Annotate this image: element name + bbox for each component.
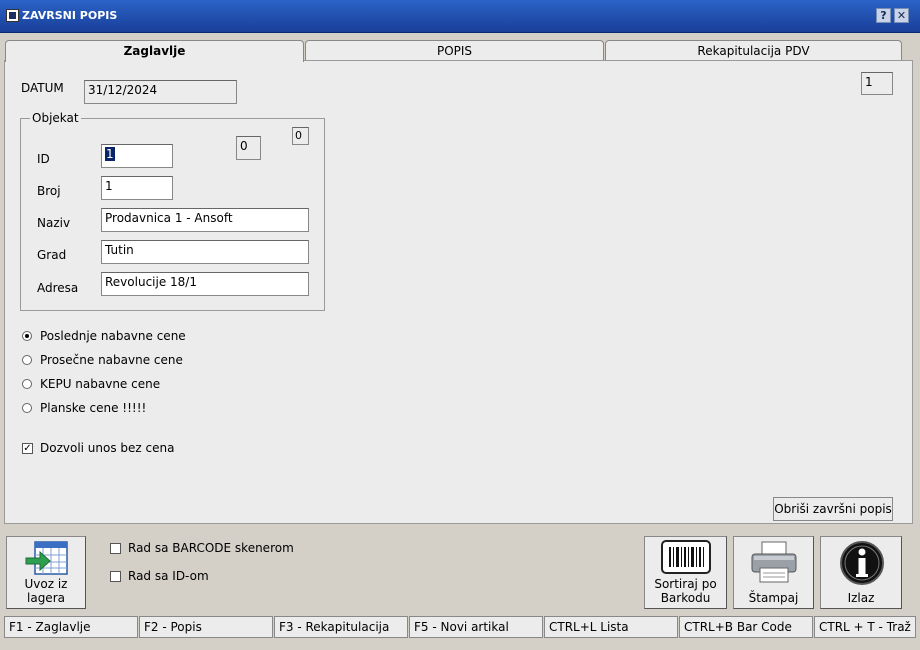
date-label: DATUM bbox=[21, 81, 64, 95]
radio-label-kepu[interactable]: KEPU nabavne cene bbox=[40, 377, 160, 391]
id-mode-label[interactable]: Rad sa ID-om bbox=[128, 569, 209, 583]
adresa-label: Adresa bbox=[37, 281, 79, 295]
sort-caption-line-1: Sortiraj po bbox=[654, 577, 717, 591]
objekat-group-title: Objekat bbox=[30, 111, 81, 125]
exit-button-label: Izlaz bbox=[847, 591, 875, 605]
tab-popis[interactable]: POPIS bbox=[305, 40, 604, 61]
allow-entry-checkbox[interactable]: ✓ bbox=[22, 443, 33, 454]
status-f1-zaglavlje[interactable]: F1 - Zaglavlje bbox=[4, 616, 138, 638]
import-from-stock-button[interactable]: Uvoz iz lagera bbox=[6, 536, 86, 609]
broj-field[interactable]: 1 bbox=[101, 176, 173, 200]
aux-field-1[interactable]: 0 bbox=[236, 136, 261, 160]
sort-button-caption: Sortiraj po Barkodu bbox=[645, 577, 726, 605]
naziv-field[interactable]: Prodavnica 1 - Ansoft bbox=[101, 208, 309, 232]
zavrsni-popis-window: ZAVRSNI POPIS ? ✕ Zaglavlje POPIS Rekapi… bbox=[0, 0, 920, 650]
adresa-field[interactable]: Revolucije 18/1 bbox=[101, 272, 309, 296]
printer-icon bbox=[751, 541, 797, 583]
sort-caption-line-2: Barkodu bbox=[660, 591, 711, 605]
radio-label-planske[interactable]: Planske cene !!!!! bbox=[40, 401, 146, 415]
delete-final-inventory-button[interactable]: Obriši završni popis bbox=[773, 497, 893, 521]
import-button-caption: Uvoz iz lagera bbox=[7, 577, 85, 605]
counter-field[interactable]: 1 bbox=[861, 72, 893, 95]
barcode-icon bbox=[661, 540, 711, 574]
radio-kepu-nabavne-cene[interactable] bbox=[22, 379, 32, 389]
window-title: ZAVRSNI POPIS bbox=[22, 9, 118, 22]
title-bar: ZAVRSNI POPIS ? ✕ bbox=[0, 0, 920, 33]
id-mode-checkbox[interactable] bbox=[110, 571, 121, 582]
app-icon bbox=[6, 9, 19, 22]
spreadsheet-import-icon bbox=[25, 541, 68, 575]
id-label: ID bbox=[37, 152, 50, 166]
broj-label: Broj bbox=[37, 184, 61, 198]
barcode-scanner-label[interactable]: Rad sa BARCODE skenerom bbox=[128, 541, 294, 555]
print-button-label: Štampaj bbox=[748, 591, 799, 605]
exit-button[interactable]: Izlaz bbox=[820, 536, 902, 609]
id-field[interactable]: 1 bbox=[101, 144, 173, 168]
radio-label-poslednje[interactable]: Poslednje nabavne cene bbox=[40, 329, 186, 343]
help-button[interactable]: ? bbox=[876, 8, 891, 23]
print-button[interactable]: Štampaj bbox=[733, 536, 814, 609]
date-field[interactable]: 31/12/2024 bbox=[84, 80, 237, 104]
grad-field[interactable]: Tutin bbox=[101, 240, 309, 264]
sort-by-barcode-button[interactable]: Sortiraj po Barkodu bbox=[644, 536, 727, 609]
status-f5-novi-artikal[interactable]: F5 - Novi artikal bbox=[409, 616, 543, 638]
aux-field-2[interactable]: 0 bbox=[292, 127, 309, 145]
tab-rekapitulacija-pdv[interactable]: Rekapitulacija PDV bbox=[605, 40, 902, 61]
status-ctrl-b-bar-code[interactable]: CTRL+B Bar Code bbox=[679, 616, 813, 638]
radio-label-prosecne[interactable]: Prosečne nabavne cene bbox=[40, 353, 183, 367]
status-f3-rekapitulacija[interactable]: F3 - Rekapitulacija bbox=[274, 616, 408, 638]
import-caption-line-1: Uvoz iz bbox=[24, 577, 68, 591]
barcode-scanner-checkbox[interactable] bbox=[110, 543, 121, 554]
tab-zaglavlje[interactable]: Zaglavlje bbox=[5, 40, 304, 62]
status-ctrl-l-lista[interactable]: CTRL+L Lista bbox=[544, 616, 678, 638]
status-bar: F1 - Zaglavlje F2 - Popis F3 - Rekapitul… bbox=[2, 616, 918, 638]
id-value: 1 bbox=[105, 147, 115, 161]
radio-planske-cene[interactable] bbox=[22, 403, 32, 413]
radio-poslednje-nabavne-cene[interactable] bbox=[22, 331, 32, 341]
status-f2-popis[interactable]: F2 - Popis bbox=[139, 616, 273, 638]
import-caption-line-2: lagera bbox=[27, 591, 65, 605]
allow-entry-label[interactable]: Dozvoli unos bez cena bbox=[40, 441, 174, 455]
close-button[interactable]: ✕ bbox=[894, 8, 909, 23]
grad-label: Grad bbox=[37, 248, 67, 262]
status-ctrl-t-trazi[interactable]: CTRL + T - Traž bbox=[814, 616, 916, 638]
radio-prosecne-nabavne-cene[interactable] bbox=[22, 355, 32, 365]
naziv-label: Naziv bbox=[37, 216, 71, 230]
info-icon bbox=[840, 541, 884, 585]
